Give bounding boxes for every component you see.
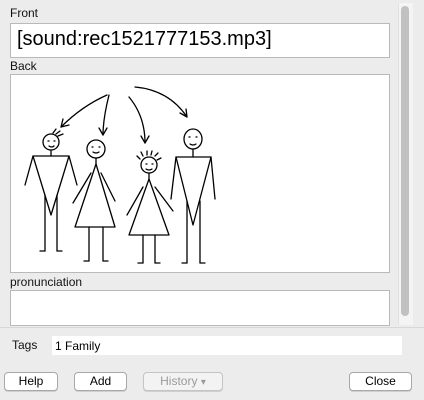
history-button-label: History [160,374,198,388]
editor-scrollbar-thumb[interactable] [401,6,409,316]
front-field[interactable]: [sound:rec1521777153.mp3] [10,23,390,58]
pronunciation-label: pronunciation [10,275,83,289]
chevron-down-icon: ▾ [200,377,206,388]
tags-input[interactable] [52,336,402,355]
add-button[interactable]: Add [74,372,127,391]
help-button[interactable]: Help [4,372,58,391]
family-drawing-image [24,86,216,264]
front-label: Front [10,6,39,20]
close-button[interactable]: Close [349,372,412,391]
back-label: Back [10,59,37,73]
history-button[interactable]: History ▾ [143,372,223,391]
divider [0,327,424,328]
pronunciation-field[interactable] [10,290,390,326]
back-field[interactable] [10,74,390,273]
tags-label: Tags [12,338,38,352]
